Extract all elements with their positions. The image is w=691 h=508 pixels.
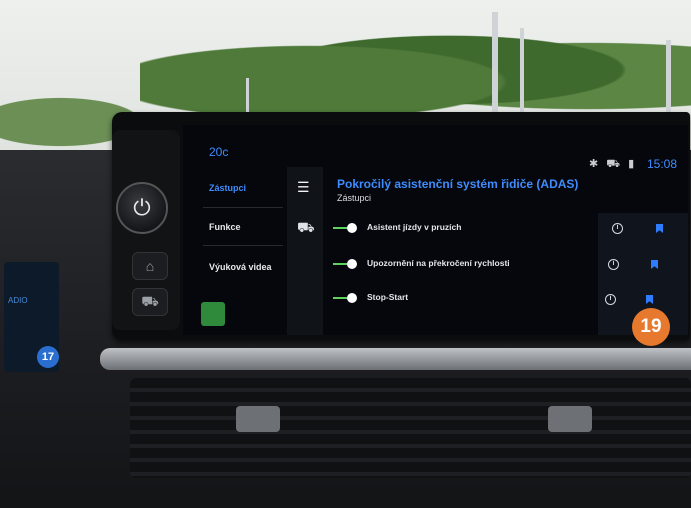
chrome-trim bbox=[100, 348, 691, 370]
cluster-text: ADIO bbox=[8, 296, 28, 305]
nav-item-tutorial-videos[interactable]: Výuková videa bbox=[209, 262, 272, 272]
page-subtitle: Zástupci bbox=[337, 193, 372, 203]
toggle-switch[interactable] bbox=[333, 293, 357, 303]
vent-tab[interactable] bbox=[548, 406, 592, 432]
car-button[interactable]: ⛟ bbox=[132, 288, 168, 316]
item-label: Stop-Start bbox=[367, 292, 409, 302]
temperature: 20c bbox=[209, 145, 229, 159]
divider bbox=[203, 207, 283, 208]
divider bbox=[203, 245, 283, 246]
photo-scene: ADIO 17 ⏻ ⌂ ⛟ 20c ✱ ⛟ ▮ 15:08 Zástupci Fun… bbox=[0, 0, 691, 508]
car-icon[interactable]: ⛟ bbox=[297, 219, 315, 238]
nav-item-shortcuts[interactable]: Zástupci bbox=[209, 183, 246, 193]
instrument-cluster: ADIO 17 bbox=[4, 262, 59, 372]
bookmark-icon[interactable] bbox=[646, 295, 653, 304]
info-icon[interactable]: i bbox=[608, 259, 619, 270]
home-button[interactable]: ⌂ bbox=[132, 252, 168, 280]
photo-number-badge: 17 bbox=[37, 346, 59, 368]
menu-icon[interactable]: ☰ bbox=[297, 179, 310, 196]
air-vent bbox=[130, 378, 691, 478]
bookmark-icon[interactable] bbox=[651, 260, 658, 269]
list-item[interactable]: Upozornění na překročení rychlosti i bbox=[333, 251, 688, 279]
status-bar: 20c ✱ ⛟ ▮ 15:08 bbox=[183, 125, 688, 171]
photo-number-badge: 19 bbox=[632, 308, 670, 346]
info-icon[interactable]: i bbox=[612, 223, 623, 234]
list-item[interactable]: Asistent jízdy v pruzích i bbox=[333, 215, 688, 243]
side-nav: Zástupci Funkce Výuková videa bbox=[183, 167, 283, 335]
power-icon: ⏻ bbox=[133, 195, 151, 220]
nav-item-functions[interactable]: Funkce bbox=[209, 222, 241, 232]
list-item[interactable]: Stop-Start i bbox=[333, 285, 688, 313]
page-title: Pokročilý asistenční systém řidiče (ADAS… bbox=[337, 177, 579, 191]
toggle-switch[interactable] bbox=[333, 259, 357, 269]
item-label: Upozornění na překročení rychlosti bbox=[367, 258, 510, 268]
adas-panel: Pokročilý asistenční systém řidiče (ADAS… bbox=[333, 167, 688, 335]
vent-tab[interactable] bbox=[236, 406, 280, 432]
icon-column: ☰ ⛟ bbox=[287, 167, 323, 335]
lamp-pole bbox=[520, 28, 524, 118]
lamp-pole bbox=[492, 12, 498, 122]
item-label: Asistent jízdy v pruzích bbox=[367, 222, 462, 232]
infotainment-screen: 20c ✱ ⛟ ▮ 15:08 Zástupci Funkce Výuková vi… bbox=[183, 125, 688, 335]
toggle-switch[interactable] bbox=[333, 223, 357, 233]
app-shortcut[interactable] bbox=[201, 302, 225, 326]
lamp-pole bbox=[666, 40, 671, 120]
home-icon: ⌂ bbox=[145, 258, 155, 274]
power-knob[interactable]: ⏻ bbox=[116, 182, 168, 234]
bookmark-icon[interactable] bbox=[656, 224, 663, 233]
info-icon[interactable]: i bbox=[605, 294, 616, 305]
car-icon: ⛟ bbox=[141, 292, 159, 309]
